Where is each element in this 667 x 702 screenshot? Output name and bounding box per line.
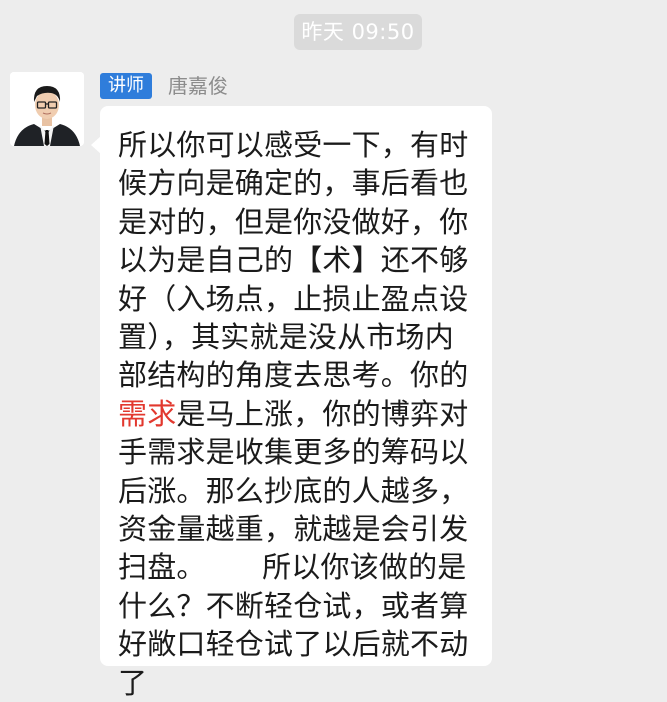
sender-name-row: 讲师 唐嘉俊 xyxy=(100,73,228,99)
message-text-part-2: 是马上涨，你的博弈对 手需求是收集更多的筹码以 后涨。那么抄底的人越多， 资金量… xyxy=(118,396,469,700)
sender-name[interactable]: 唐嘉俊 xyxy=(168,73,228,99)
message-text-part-1: 所以你可以感受一下，有时 候方向是确定的，事后看也 是对的，但是你没做好，你 以… xyxy=(118,128,469,393)
message-highlight: 需求 xyxy=(118,396,177,431)
role-badge: 讲师 xyxy=(100,73,152,99)
person-avatar-icon xyxy=(10,72,84,146)
message-bubble[interactable]: 所以你可以感受一下，有时 候方向是确定的，事后看也 是对的，但是你没做好，你 以… xyxy=(91,106,492,700)
message-text: 所以你可以感受一下，有时 候方向是确定的，事后看也 是对的，但是你没做好，你 以… xyxy=(118,126,480,702)
bubble-tail xyxy=(91,136,101,154)
message-timestamp: 昨天 09:50 xyxy=(294,14,422,50)
sender-avatar[interactable] xyxy=(10,72,84,146)
